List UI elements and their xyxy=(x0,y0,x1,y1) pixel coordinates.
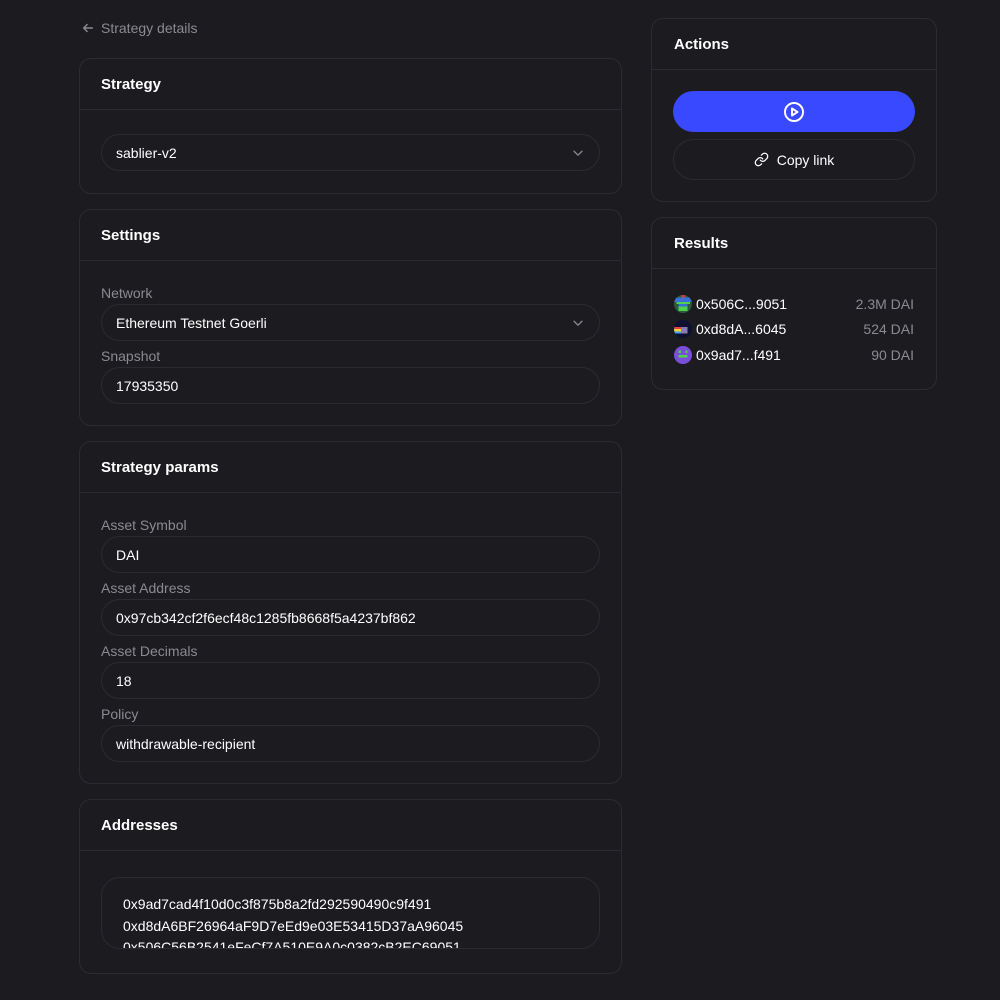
strategy-select[interactable]: sablier-v2 xyxy=(101,134,600,171)
play-button[interactable] xyxy=(673,91,915,132)
result-row[interactable]: 0x9ad7...f491 90 DAI xyxy=(674,342,914,368)
result-row[interactable]: 0xd8dA...6045 524 DAI xyxy=(674,317,914,343)
avatar xyxy=(674,294,692,313)
result-amount: 524 DAI xyxy=(863,321,914,338)
result-address: 0x506C...9051 xyxy=(696,295,788,312)
asset-address-label: Asset Address xyxy=(101,580,191,596)
strategy-params-card-title: Strategy params xyxy=(80,442,621,493)
copy-link-label: Copy link xyxy=(776,151,835,168)
snapshot-label: Snapshot xyxy=(101,348,161,364)
result-amount: 90 DAI xyxy=(871,346,914,363)
asset-address-input[interactable]: 0x97cb342cf2f6ecf48c1285fb8668f5a4237bf8… xyxy=(101,599,600,636)
address-line: 0x9ad7cad4f10d0c3f875b8a2fd292590490c9f4… xyxy=(123,896,432,912)
network-label: Network xyxy=(101,285,153,301)
policy-field: Policy withdrawable-recipient xyxy=(101,706,600,762)
asset-address-field: Asset Address 0x97cb342cf2f6ecf48c1285fb… xyxy=(101,580,600,636)
results-card: Results 0x506C...9051 2.3M DAI 0xd8dA...… xyxy=(651,217,937,390)
asset-symbol-input[interactable]: DAI xyxy=(101,536,600,573)
result-row[interactable]: 0x506C...9051 2.3M DAI xyxy=(674,291,914,317)
link-icon xyxy=(754,152,769,167)
policy-value: withdrawable-recipient xyxy=(116,735,256,752)
snapshot-field: Snapshot 17935350 xyxy=(101,348,600,404)
back-link-label: Strategy details xyxy=(101,20,198,36)
asset-address-value: 0x97cb342cf2f6ecf48c1285fb8668f5a4237bf8… xyxy=(116,609,416,626)
asset-symbol-field: Asset Symbol DAI xyxy=(101,517,600,573)
asset-decimals-input[interactable]: 18 xyxy=(101,662,600,699)
strategy-card: Strategy sablier-v2 xyxy=(79,58,622,194)
snapshot-input[interactable]: 17935350 xyxy=(101,367,600,404)
policy-label: Policy xyxy=(101,706,139,722)
result-address: 0xd8dA...6045 xyxy=(696,321,787,338)
address-line: 0xd8dA6BF26964aF9D7eEd9e03E53415D37aA960… xyxy=(123,917,464,934)
result-amount: 2.3M DAI xyxy=(855,295,914,312)
network-select-value: Ethereum Testnet Goerli xyxy=(116,314,267,331)
left-column: Strategy sablier-v2 Settings Network Eth… xyxy=(79,58,622,989)
network-select[interactable]: Ethereum Testnet Goerli xyxy=(101,304,600,341)
asset-symbol-label: Asset Symbol xyxy=(101,517,187,533)
asset-decimals-value: 18 xyxy=(116,672,132,689)
settings-card: Settings Network Ethereum Testnet Goerli… xyxy=(79,209,622,426)
strategy-card-title: Strategy xyxy=(80,59,621,110)
arrow-left-icon xyxy=(82,23,94,33)
asset-decimals-field: Asset Decimals 18 xyxy=(101,643,600,699)
chevron-down-icon xyxy=(573,150,583,156)
addresses-textarea[interactable]: 0x9ad7cad4f10d0c3f875b8a2fd292590490c9f4… xyxy=(101,877,600,949)
back-link[interactable]: Strategy details xyxy=(81,20,198,36)
avatar xyxy=(674,320,692,339)
settings-card-title: Settings xyxy=(80,210,621,261)
strategy-params-card: Strategy params Asset Symbol DAI Asset A… xyxy=(79,441,622,784)
network-field: Network Ethereum Testnet Goerli xyxy=(101,285,600,341)
strategy-select-value: sablier-v2 xyxy=(116,144,177,161)
actions-card: Actions Copy link xyxy=(651,18,937,202)
actions-card-title: Actions xyxy=(652,19,936,70)
addresses-card-title: Addresses xyxy=(80,800,621,851)
asset-symbol-value: DAI xyxy=(116,546,140,563)
addresses-card: Addresses 0x9ad7cad4f10d0c3f875b8a2fd292… xyxy=(79,799,622,974)
avatar xyxy=(674,345,692,364)
play-circle-icon xyxy=(784,101,804,122)
copy-link-button[interactable]: Copy link xyxy=(673,139,915,180)
chevron-down-icon xyxy=(573,320,583,326)
address-line: 0x506C56B2541eFeCf7A510E9A0c0382cB2EC690… xyxy=(123,939,461,949)
result-address: 0x9ad7...f491 xyxy=(696,346,781,363)
policy-input[interactable]: withdrawable-recipient xyxy=(101,725,600,762)
snapshot-input-value: 17935350 xyxy=(116,377,179,394)
results-card-title: Results xyxy=(652,218,936,269)
asset-decimals-label: Asset Decimals xyxy=(101,643,198,659)
right-column: Actions Copy link Results 0x506C...9051 … xyxy=(651,18,937,405)
